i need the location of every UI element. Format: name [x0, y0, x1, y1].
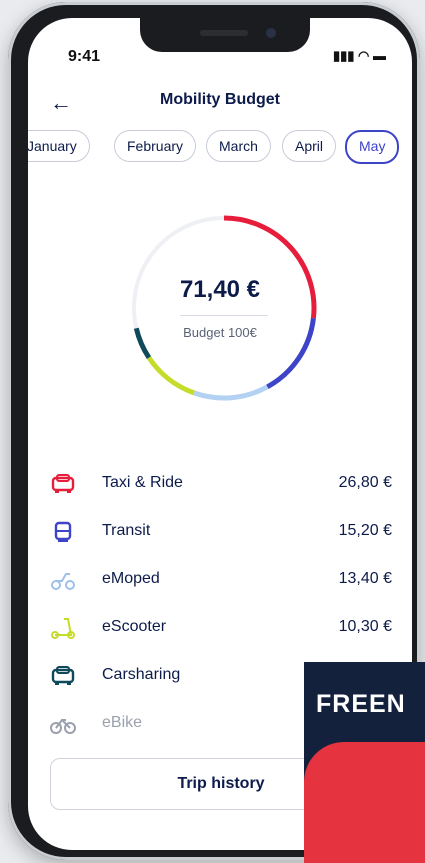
ring-segment-emoped [193, 384, 269, 401]
month-chip-march[interactable]: March [206, 130, 271, 162]
expense-label: eScooter [102, 618, 167, 635]
car-icon [51, 666, 75, 685]
promo-shape [304, 742, 425, 863]
expense-label: Carsharing [102, 666, 181, 683]
month-chip-february[interactable]: February [114, 130, 197, 162]
promo-text: FREEN [316, 690, 406, 718]
moped-icon [51, 573, 75, 590]
amount-divider [180, 315, 268, 316]
tram-icon [54, 521, 72, 542]
status-icons: ▮▮▮ ◠ ▬ [332, 48, 386, 63]
expense-label: eMoped [102, 570, 160, 587]
month-chip-may[interactable]: May [345, 130, 400, 164]
expense-value: 13,40 € [338, 570, 392, 587]
expense-value: 10,30 € [338, 618, 392, 635]
month-chip-january[interactable]: January [28, 130, 90, 162]
bike-icon [50, 718, 76, 734]
expense-label: Taxi & Ride [102, 474, 183, 491]
page-title: Mobility Budget [160, 91, 280, 108]
expense-row[interactable]: eMoped 13,40 € [50, 562, 392, 610]
expense-label: Transit [102, 522, 151, 539]
expense-value: 15,20 € [338, 522, 392, 539]
ring-segment-remaining [132, 216, 225, 329]
scooter-icon [51, 618, 75, 639]
budget-label: Budget 100€ [183, 325, 257, 340]
budget-ring-chart [132, 215, 317, 401]
car-icon [51, 474, 75, 493]
speaker [200, 30, 248, 36]
notch [140, 18, 310, 52]
promo-overlay: FREEN [304, 662, 425, 863]
month-chip-april[interactable]: April [282, 130, 337, 162]
expense-label: eBike [102, 714, 143, 731]
status-time: 9:41 [68, 48, 101, 65]
expense-row[interactable]: eScooter 10,30 € [50, 610, 392, 658]
expense-value: 26,80 € [338, 474, 392, 491]
expense-row[interactable]: Transit 15,20 € [50, 514, 392, 562]
camera [266, 28, 276, 38]
ring-segment-escooter [146, 356, 195, 396]
expense-row[interactable]: Taxi & Ride 26,80 € [50, 466, 392, 514]
spent-amount: 71,40 € [179, 276, 261, 303]
month-selector: January February March April May [28, 130, 412, 166]
